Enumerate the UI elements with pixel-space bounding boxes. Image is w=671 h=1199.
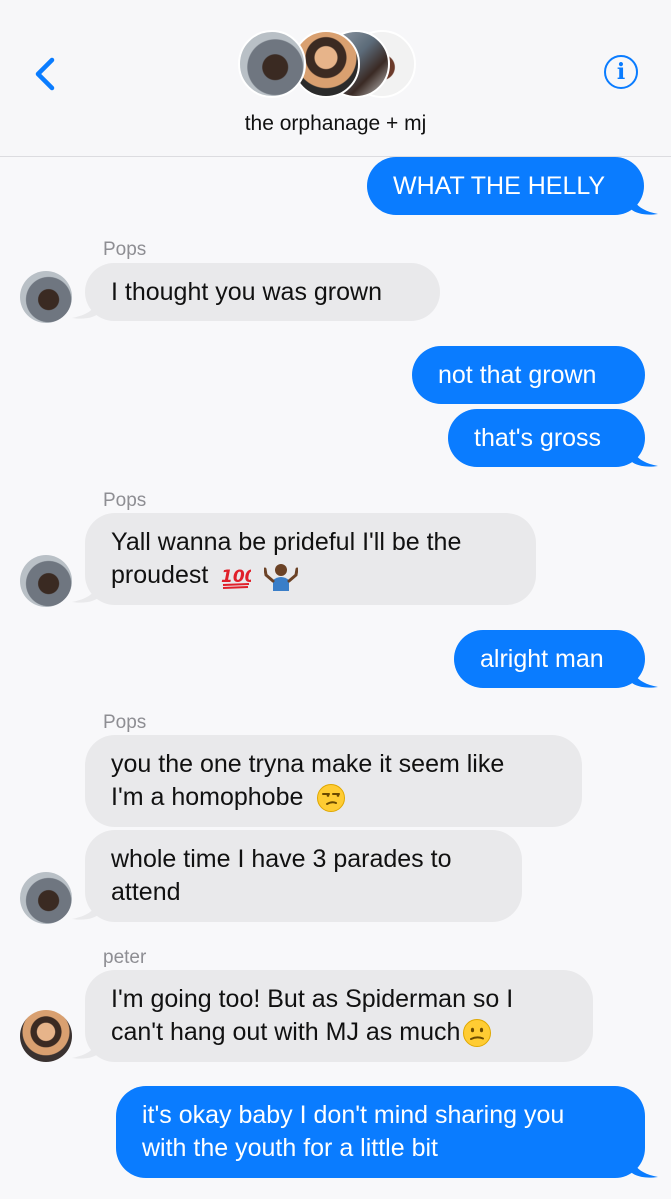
message-text: I'm a homophobe [111, 783, 304, 811]
chevron-left-icon [35, 57, 55, 91]
back-button[interactable] [28, 52, 68, 96]
sender-avatar[interactable] [20, 872, 72, 924]
message-text: WHAT THE HELLY [393, 171, 606, 200]
message-text: whole time I have 3 parades to [111, 845, 452, 873]
message-text: attend [111, 878, 181, 906]
group-avatars[interactable] [238, 30, 438, 98]
outgoing-bubble-tail [630, 440, 658, 467]
message-text: can't hang out with MJ as much [111, 1018, 461, 1046]
outgoing-message-bubble[interactable]: that's gross [448, 409, 645, 467]
sender-name: Pops [103, 712, 147, 733]
outgoing-message-bubble[interactable]: alright man [454, 630, 645, 688]
incoming-message-bubble[interactable]: I thought you was grown [85, 263, 440, 321]
outgoing-message-bubble[interactable]: not that grown [412, 346, 645, 404]
conversation-title[interactable]: the orphanage + mj [0, 112, 671, 136]
message-text: with the youth for a little bit [142, 1134, 438, 1162]
message-text: you the one tryna make it seem like [111, 750, 505, 778]
incoming-message-bubble[interactable]: Yall wanna be prideful I'll be the proud… [85, 513, 536, 605]
sender-avatar[interactable] [20, 271, 72, 323]
group-member-avatar [238, 30, 306, 98]
sender-name: peter [103, 947, 147, 968]
outgoing-bubble-tail [630, 661, 658, 688]
message-text: I'm going too! But as Spiderman so I [111, 985, 514, 1013]
shrug-icon [264, 564, 299, 592]
outgoing-message-bubble[interactable]: WHAT THE HELLY [367, 157, 644, 215]
message-text: Yall wanna be prideful I'll be the [111, 528, 462, 556]
message-text: I thought you was grown [111, 277, 382, 306]
sender-avatar[interactable] [20, 1010, 72, 1062]
outgoing-message-bubble[interactable]: it's okay baby I don't mind sharing you … [116, 1086, 645, 1178]
unamused-face-icon [317, 784, 346, 813]
message-text: not that grown [438, 360, 597, 389]
outgoing-bubble-tail [630, 188, 658, 215]
incoming-message-bubble[interactable]: you the one tryna make it seem like I'm … [85, 735, 582, 827]
sender-name: Pops [103, 239, 147, 260]
confused-face-icon [463, 1019, 492, 1048]
incoming-message-bubble[interactable]: whole time I have 3 parades to attend [85, 830, 522, 922]
conversation-header: i the orphanage + mj [0, 0, 671, 157]
info-icon: i [616, 59, 626, 85]
message-text: alright man [480, 644, 604, 673]
incoming-message-bubble[interactable]: I'm going too! But as Spiderman so I can… [85, 970, 593, 1062]
message-text: it's okay baby I don't mind sharing you [142, 1101, 565, 1129]
hundred-points-icon: 100 [221, 567, 251, 590]
message-text: that's gross [474, 423, 602, 452]
sender-avatar[interactable] [20, 555, 72, 607]
message-text: proudest [111, 561, 209, 589]
sender-name: Pops [103, 490, 147, 511]
outgoing-bubble-tail [630, 1151, 658, 1178]
info-button[interactable]: i [604, 55, 638, 89]
